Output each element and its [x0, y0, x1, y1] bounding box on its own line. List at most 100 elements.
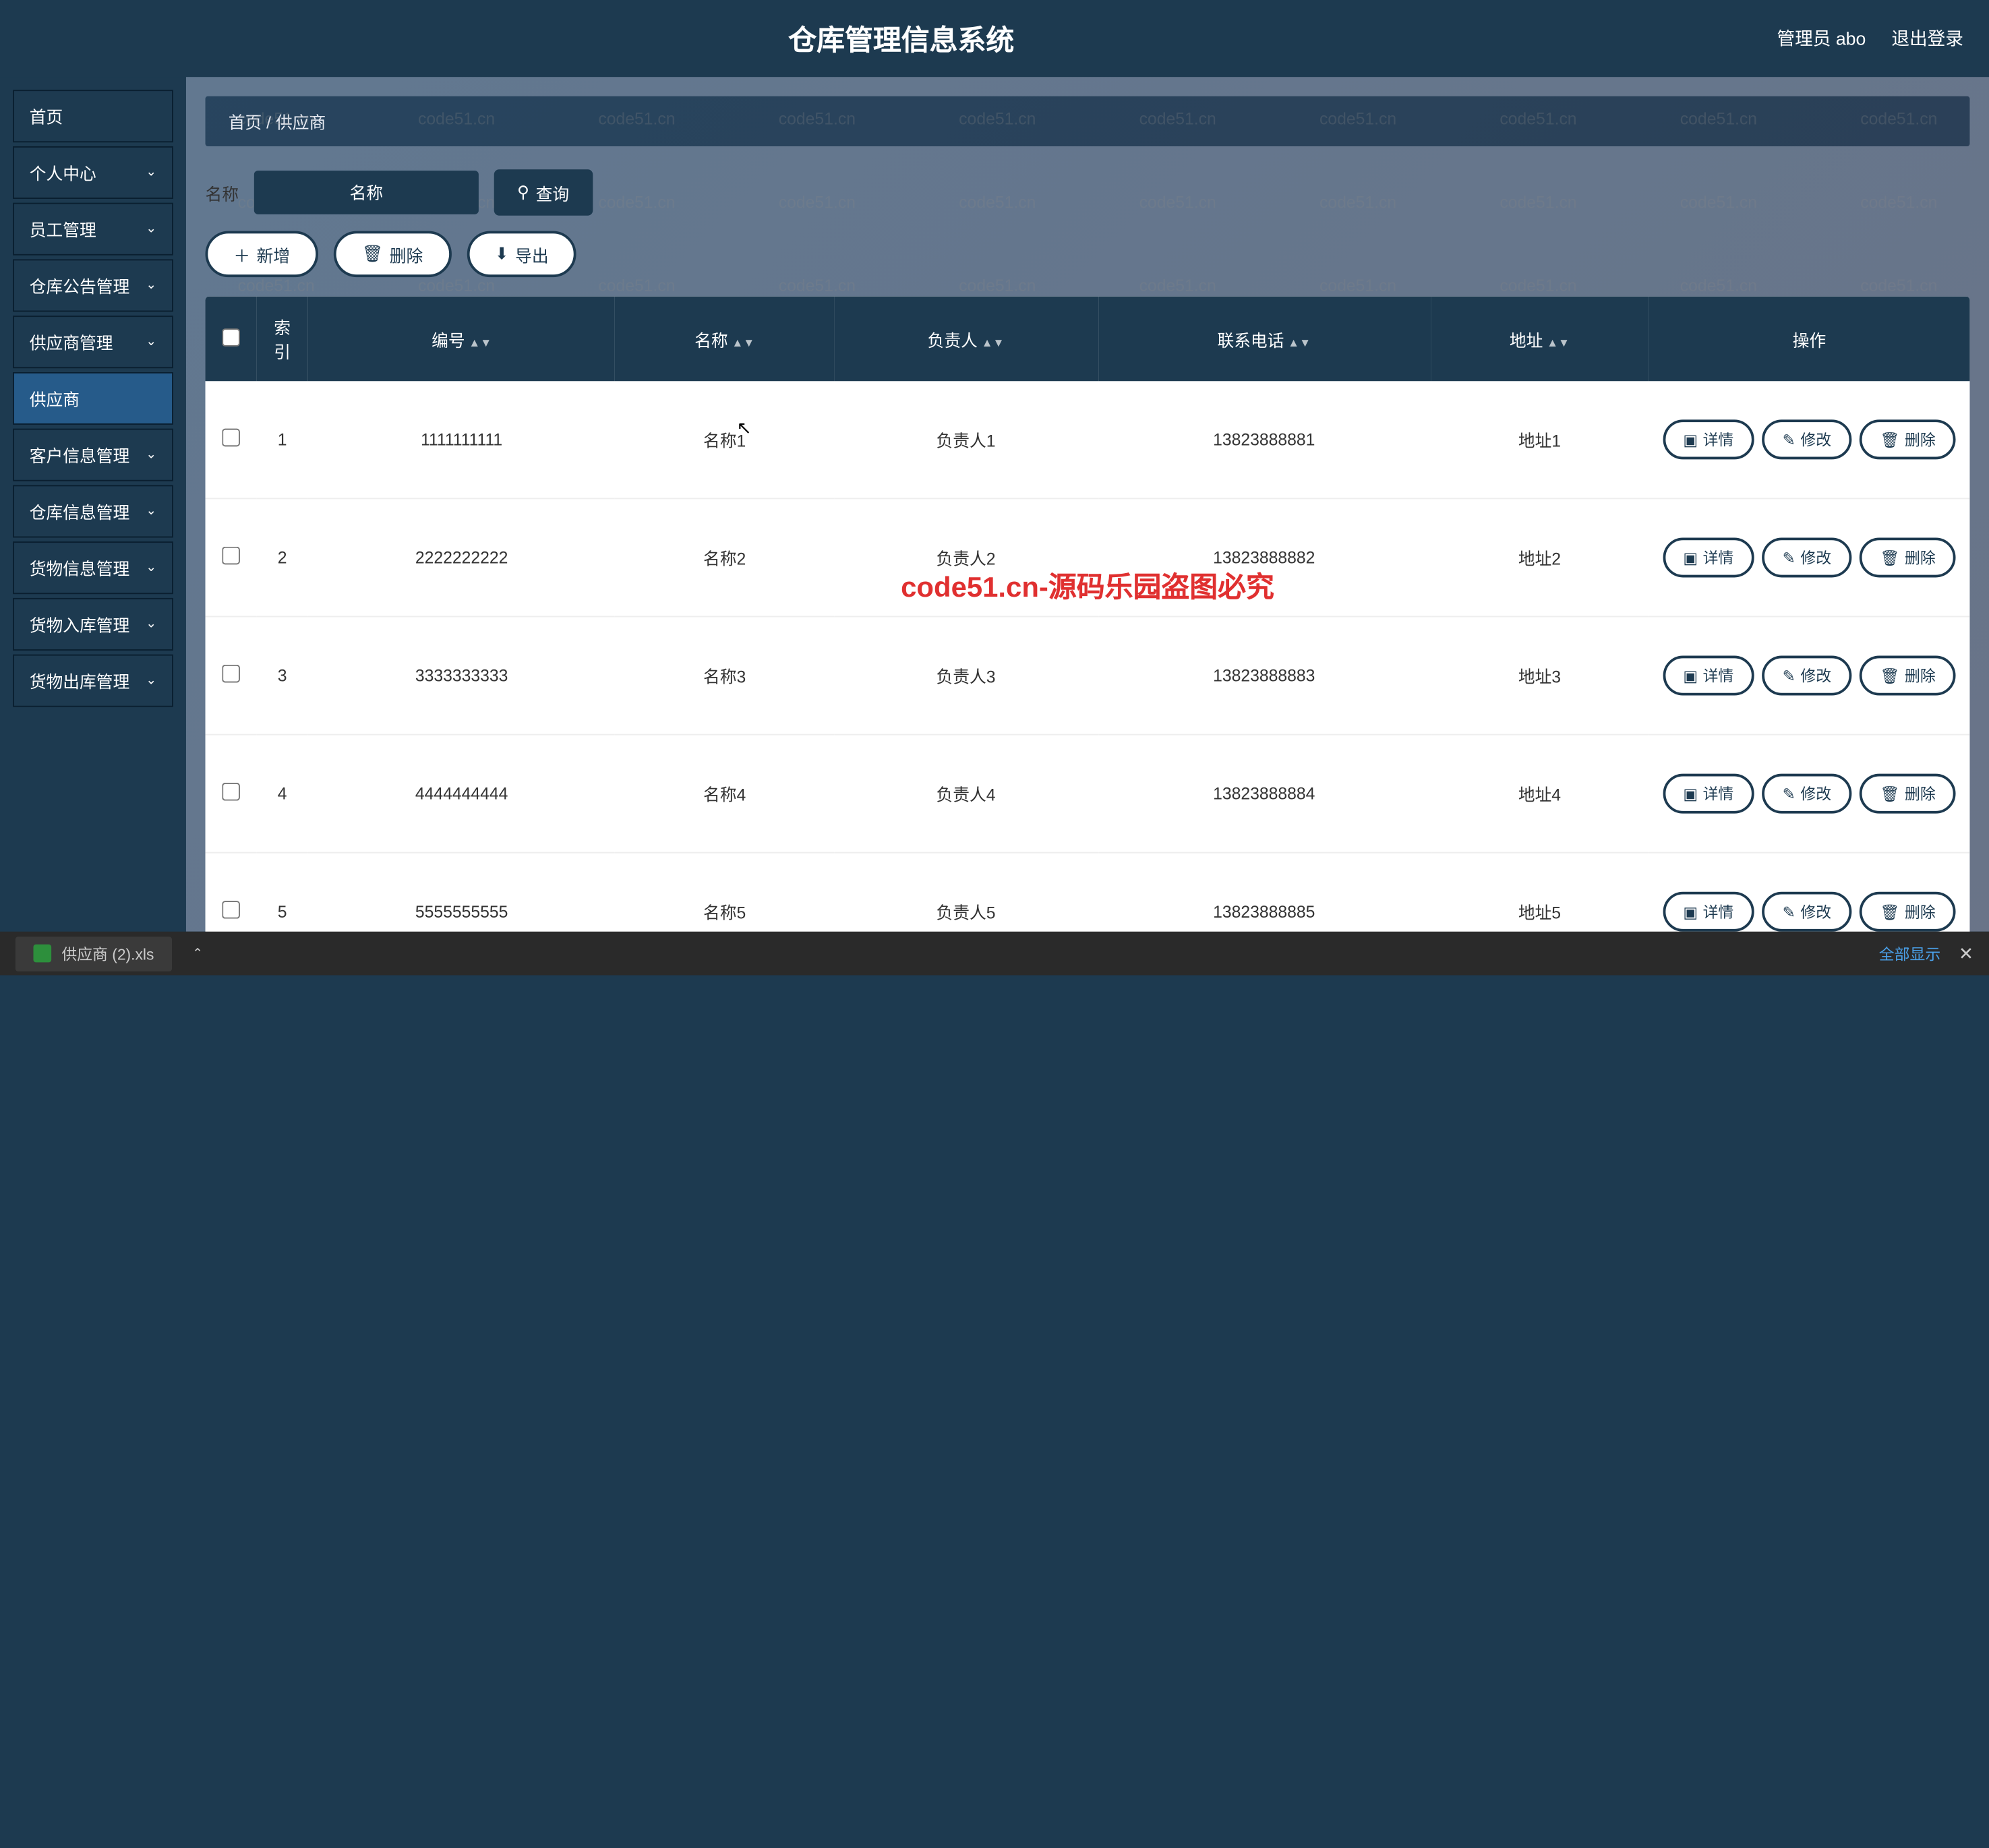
cell-address: 地址2 [1430, 498, 1649, 616]
cell-address: 地址3 [1430, 617, 1649, 735]
data-table: 索引 编号▲▼ 名称▲▼ 负责人▲▼ 联系电话▲▼ 地址▲▼ 操作 1 1111… [206, 297, 1970, 972]
select-all-checkbox[interactable] [222, 328, 240, 346]
trash-icon: 🗑 [1880, 785, 1899, 803]
menu-profile[interactable]: 个人中心⌄ [13, 146, 173, 199]
download-file-chip[interactable]: 供应商 (2).xls [16, 936, 172, 970]
edit-icon: ✎ [1783, 903, 1795, 921]
menu-staff[interactable]: 员工管理⌄ [13, 203, 173, 256]
col-name[interactable]: 名称▲▼ [616, 297, 834, 382]
edit-button[interactable]: ✎ 修改 [1762, 419, 1851, 459]
cell-index: 1 [257, 381, 308, 498]
sort-icon: ▲▼ [732, 338, 754, 346]
cell-owner: 负责人1 [834, 381, 1098, 498]
row-delete-button[interactable]: 🗑 删除 [1860, 774, 1956, 814]
search-icon: ⚲ [517, 182, 529, 202]
detail-button[interactable]: ▣ 详情 [1663, 774, 1754, 814]
table-row: 1 1111111111 名称1 负责人1 13823888881 地址1 ▣ … [206, 381, 1970, 498]
xls-file-icon [33, 945, 51, 963]
chevron-down-icon: ⌄ [146, 335, 156, 349]
edit-button[interactable]: ✎ 修改 [1762, 656, 1851, 696]
row-delete-button[interactable]: 🗑 删除 [1860, 537, 1956, 577]
menu-inbound[interactable]: 货物入库管理⌄ [13, 598, 173, 651]
row-checkbox[interactable] [222, 783, 240, 801]
table-row: 4 4444444444 名称4 负责人4 13823888884 地址4 ▣ … [206, 735, 1970, 853]
col-ops: 操作 [1649, 297, 1970, 382]
detail-button[interactable]: ▣ 详情 [1663, 419, 1754, 459]
edit-icon: ✎ [1783, 667, 1795, 685]
menu-supplier-list[interactable]: 供应商 [13, 372, 173, 425]
show-all-downloads[interactable]: 全部显示 [1879, 943, 1940, 964]
chevron-down-icon: ⌄ [146, 674, 156, 688]
menu-notice[interactable]: 仓库公告管理⌄ [13, 259, 173, 311]
cell-code: 3333333333 [308, 617, 616, 735]
cell-name: 名称3 [616, 617, 834, 735]
app-header: 仓库管理信息系统 管理员 abo 退出登录 [0, 0, 1989, 77]
col-address[interactable]: 地址▲▼ [1430, 297, 1649, 382]
close-download-bar[interactable]: ✕ [1959, 943, 1973, 964]
logout-link[interactable]: 退出登录 [1891, 26, 1963, 51]
filter-name-label: 名称 [206, 180, 239, 204]
query-button[interactable]: ⚲ 查询 [494, 169, 593, 216]
doc-icon: ▣ [1683, 903, 1698, 921]
chevron-down-icon: ⌄ [146, 278, 156, 293]
menu-warehouse[interactable]: 仓库信息管理⌄ [13, 485, 173, 537]
menu-goods[interactable]: 货物信息管理⌄ [13, 541, 173, 594]
cell-phone: 13823888884 [1098, 735, 1430, 853]
row-checkbox[interactable] [222, 665, 240, 683]
add-button[interactable]: ＋新增 [206, 231, 319, 278]
download-chevron-icon[interactable]: ⌃ [185, 938, 210, 969]
sort-icon: ▲▼ [982, 338, 1005, 346]
detail-button[interactable]: ▣ 详情 [1663, 537, 1754, 577]
table-row: 2 2222222222 名称2 负责人2 13823888882 地址2 ▣ … [206, 498, 1970, 616]
detail-button[interactable]: ▣ 详情 [1663, 892, 1754, 932]
sidebar: 首页 个人中心⌄ 员工管理⌄ 仓库公告管理⌄ 供应商管理⌄ 供应商 客户信息管理… [0, 77, 186, 932]
row-delete-button[interactable]: 🗑 删除 [1860, 656, 1956, 696]
trash-icon: 🗑 [1880, 667, 1899, 685]
delete-button[interactable]: 🗑删除 [334, 231, 451, 278]
edit-button[interactable]: ✎ 修改 [1762, 537, 1851, 577]
col-owner[interactable]: 负责人▲▼ [834, 297, 1098, 382]
cell-owner: 负责人3 [834, 617, 1098, 735]
trash-icon: 🗑 [1880, 431, 1899, 449]
trash-icon: 🗑 [1880, 903, 1899, 921]
cell-phone: 13823888883 [1098, 617, 1430, 735]
cell-index: 2 [257, 498, 308, 616]
breadcrumb-home[interactable]: 首页 [229, 113, 262, 132]
detail-button[interactable]: ▣ 详情 [1663, 656, 1754, 696]
breadcrumb-current: 供应商 [276, 113, 326, 132]
table-row: 3 3333333333 名称3 负责人3 13823888883 地址3 ▣ … [206, 617, 1970, 735]
cell-code: 2222222222 [308, 498, 616, 616]
row-checkbox[interactable] [222, 547, 240, 565]
doc-icon: ▣ [1683, 667, 1698, 685]
menu-outbound[interactable]: 货物出库管理⌄ [13, 655, 173, 707]
cell-name: 名称1 [616, 381, 834, 498]
col-code[interactable]: 编号▲▼ [308, 297, 616, 382]
filter-name-input[interactable] [254, 171, 479, 214]
cell-name: 名称2 [616, 498, 834, 616]
edit-icon: ✎ [1783, 785, 1795, 803]
sort-icon: ▲▼ [469, 338, 492, 346]
menu-supplier[interactable]: 供应商管理⌄ [13, 316, 173, 368]
cell-phone: 13823888881 [1098, 381, 1430, 498]
cell-owner: 负责人2 [834, 498, 1098, 616]
menu-customer[interactable]: 客户信息管理⌄ [13, 429, 173, 481]
col-phone[interactable]: 联系电话▲▼ [1098, 297, 1430, 382]
chevron-down-icon: ⌄ [146, 166, 156, 180]
current-user[interactable]: 管理员 abo [1777, 26, 1866, 51]
cell-index: 4 [257, 735, 308, 853]
doc-icon: ▣ [1683, 549, 1698, 567]
row-checkbox[interactable] [222, 429, 240, 447]
cell-address: 地址4 [1430, 735, 1649, 853]
edit-button[interactable]: ✎ 修改 [1762, 892, 1851, 932]
doc-icon: ▣ [1683, 431, 1698, 449]
row-delete-button[interactable]: 🗑 删除 [1860, 892, 1956, 932]
trash-icon: 🗑 [1880, 549, 1899, 567]
chevron-down-icon: ⌄ [146, 561, 156, 575]
row-checkbox[interactable] [222, 901, 240, 919]
menu-home[interactable]: 首页 [13, 90, 173, 142]
edit-button[interactable]: ✎ 修改 [1762, 774, 1851, 814]
edit-icon: ✎ [1783, 549, 1795, 567]
export-button[interactable]: ⬇导出 [467, 231, 577, 278]
breadcrumb-sep: / [266, 113, 271, 132]
row-delete-button[interactable]: 🗑 删除 [1860, 419, 1956, 459]
